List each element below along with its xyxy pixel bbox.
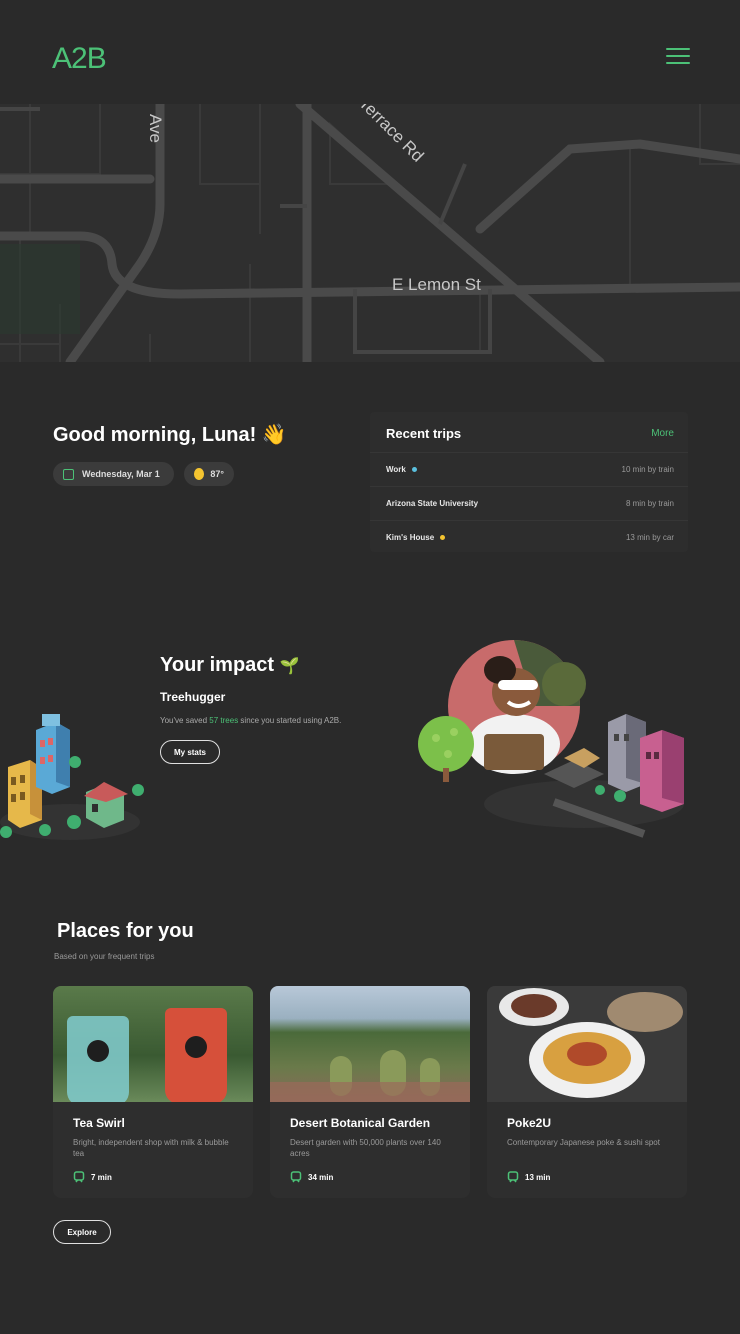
- trip-row-work[interactable]: Work 10 min by train: [370, 452, 688, 486]
- place-time-text: 34 min: [308, 1172, 334, 1182]
- place-time: 13 min: [507, 1171, 550, 1183]
- train-icon: [290, 1171, 302, 1183]
- place-title: Tea Swirl: [73, 1116, 125, 1130]
- sunglasses-icon: [498, 680, 538, 690]
- my-stats-button[interactable]: My stats: [160, 740, 220, 764]
- hamburger-icon[interactable]: [666, 48, 690, 66]
- greeting-title: Good morning, Luna! 👋: [53, 424, 287, 446]
- date-pill: Wednesday, Mar 1: [53, 462, 174, 486]
- place-card-poke2u[interactable]: Poke2U Contemporary Japanese poke & sush…: [487, 986, 687, 1198]
- impact-text-suffix: since you started using A2B.: [238, 716, 342, 725]
- trip-duration: 8 min by train: [625, 499, 674, 508]
- place-image: [487, 986, 687, 1102]
- tree-icon: [418, 716, 474, 772]
- trip-name: Work: [386, 465, 406, 474]
- recent-trips-title: Recent trips: [386, 426, 462, 441]
- app-logo[interactable]: A2B: [52, 42, 107, 76]
- place-time: 34 min: [290, 1171, 333, 1183]
- place-title: Poke2U: [507, 1116, 552, 1130]
- trip-dot: [411, 467, 417, 472]
- explore-button[interactable]: Explore: [53, 1220, 111, 1244]
- place-time-text: 13 min: [525, 1172, 551, 1182]
- place-description: Desert garden with 50,000 plants over 14…: [290, 1138, 441, 1158]
- place-time-text: 7 min: [91, 1172, 112, 1182]
- places-subtitle: Based on your frequent trips: [54, 952, 155, 961]
- impact-title: Your impact 🌱: [160, 654, 300, 677]
- place-card-tea-swirl[interactable]: Tea Swirl Bright, independent shop with …: [53, 986, 253, 1198]
- map-view[interactable]: Ave Terrace Rd E Lemon St: [0, 104, 740, 362]
- place-card-desert-botanical-garden[interactable]: Desert Botanical Garden Desert garden wi…: [270, 986, 470, 1198]
- places-title: Places for you: [57, 920, 194, 942]
- recent-trips-panel: Recent trips More Work 10 min by train A…: [370, 412, 688, 552]
- place-title: Desert Botanical Garden: [290, 1116, 431, 1130]
- trip-row-asu[interactable]: Arizona State University 8 min by train: [370, 486, 688, 520]
- place-description: Contemporary Japanese poke & sushi spot: [507, 1138, 660, 1147]
- place-description: Bright, independent shop with milk & bub…: [73, 1138, 229, 1158]
- trip-dot: [440, 535, 446, 540]
- street-label-lemon-st: E Lemon St: [392, 275, 481, 294]
- trip-row-kims-house[interactable]: Kim's House 13 min by car: [370, 520, 688, 554]
- train-icon: [507, 1171, 519, 1183]
- trip-duration: 10 min by train: [621, 465, 674, 474]
- impact-subtitle: Treehugger: [160, 690, 226, 704]
- trip-duration: 13 min by car: [625, 533, 674, 542]
- place-time: 7 min: [73, 1171, 112, 1183]
- street-label-ave: Ave: [146, 114, 165, 143]
- recent-trips-more-link[interactable]: More: [651, 428, 674, 439]
- place-image: [53, 986, 253, 1102]
- city-illustration-left: [0, 714, 144, 840]
- weather-pill: 87°: [184, 462, 234, 486]
- impact-illustration-right: [418, 640, 684, 838]
- sprout-icon: 🌱: [279, 658, 300, 675]
- impact-title-text: Your impact: [160, 654, 275, 676]
- temperature-text: 87°: [210, 469, 224, 479]
- place-image: [270, 986, 470, 1102]
- sun-icon: [194, 468, 205, 480]
- impact-text-prefix: You've saved: [160, 716, 210, 725]
- impact-description: You've saved 57 trees since you started …: [160, 716, 341, 725]
- impact-trees-count: 57 trees: [209, 716, 239, 725]
- trip-name: Arizona State University: [386, 499, 479, 508]
- trip-name: Kim's House: [386, 533, 435, 542]
- calendar-icon: [63, 468, 74, 480]
- train-icon: [73, 1171, 85, 1183]
- date-text: Wednesday, Mar 1: [82, 469, 160, 479]
